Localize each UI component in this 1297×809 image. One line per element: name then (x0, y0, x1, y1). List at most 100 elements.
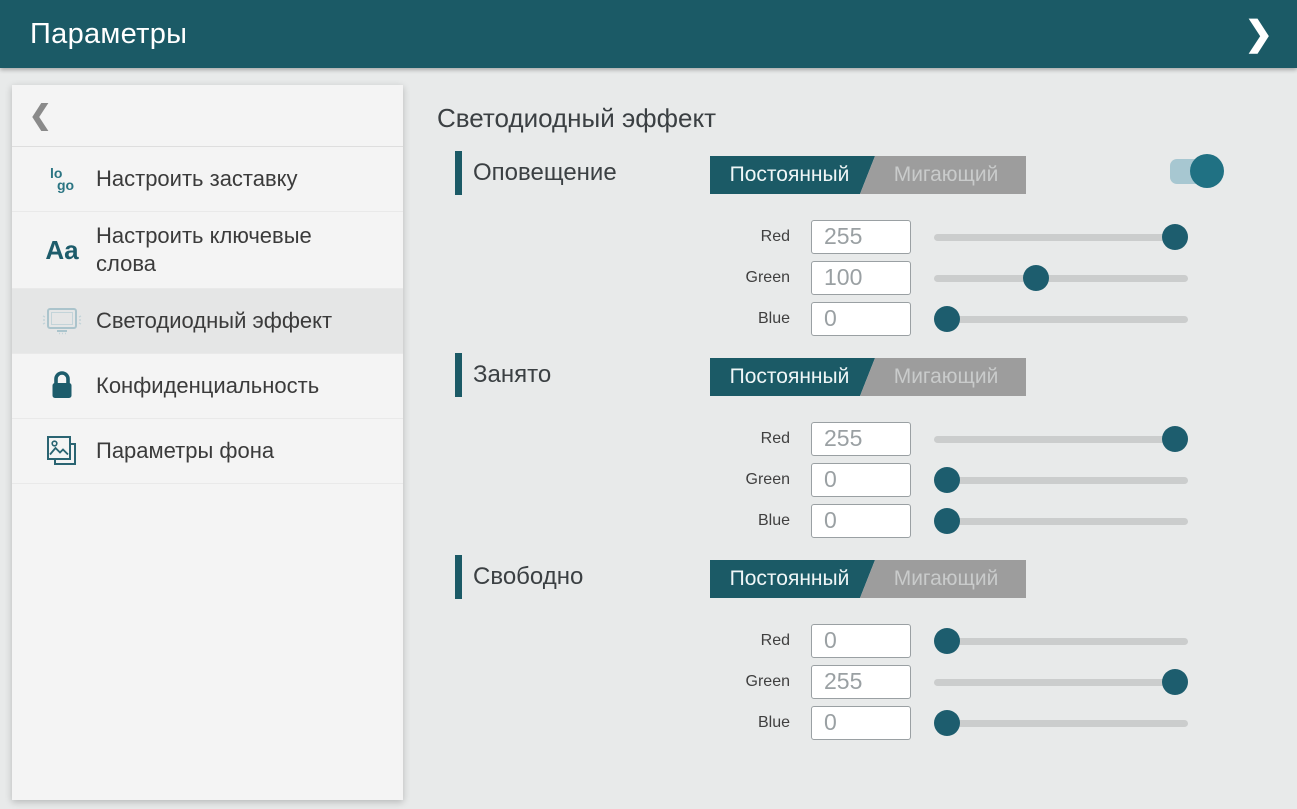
toggle-knob (1190, 154, 1224, 188)
sidebar-item-background[interactable]: Параметры фона (12, 419, 403, 484)
sidebar-item-led-effect[interactable]: Светодиодный эффект (12, 289, 403, 354)
led-effect-panel: Светодиодный эффект Оповещение Постоянны… (404, 68, 1297, 809)
slider-thumb[interactable] (934, 508, 960, 534)
settings-sidebar: ❮ logo Настроить заставку Aa Настроить к… (12, 85, 403, 800)
mode-segmented-control: Постоянный Мигающий (710, 560, 1026, 598)
sidebar-item-keywords[interactable]: Aa Настроить ключевые слова (12, 212, 403, 289)
red-slider[interactable] (934, 425, 1188, 453)
mode-solid-button[interactable]: Постоянный (710, 358, 875, 396)
green-value-input[interactable] (811, 463, 911, 497)
slider-track[interactable] (934, 316, 1188, 323)
sidebar-item-label: Параметры фона (96, 427, 274, 475)
rgb-row: Red (704, 418, 1297, 459)
rgb-row: Blue (704, 298, 1297, 339)
settings-window: Параметры ❯ ❮ logo Настроить заставку Aa… (0, 0, 1297, 809)
rgb-row: Green (704, 459, 1297, 500)
section-title: Занято (473, 353, 551, 397)
mode-solid-button[interactable]: Постоянный (710, 560, 875, 598)
app-header: Параметры ❯ (0, 0, 1297, 68)
channel-label: Blue (704, 512, 790, 530)
green-value-input[interactable] (811, 261, 911, 295)
channel-label: Blue (704, 310, 790, 328)
led-section: Занято Постоянный Мигающий Red Green (437, 353, 1297, 541)
collapse-panel-icon[interactable]: ❯ (1235, 0, 1284, 68)
mode-solid-label: Постоянный (730, 365, 850, 389)
slider-thumb[interactable] (1162, 426, 1188, 452)
slider-track[interactable] (934, 436, 1188, 443)
sidebar-back-button[interactable]: ❮ (12, 85, 403, 147)
keywords-aa-icon: Aa (45, 235, 78, 266)
green-slider[interactable] (934, 668, 1188, 696)
led-section: Свободно Постоянный Мигающий Red Green (437, 555, 1297, 743)
mode-segmented-control: Постоянный Мигающий (710, 156, 1026, 194)
slider-thumb[interactable] (934, 467, 960, 493)
slider-track[interactable] (934, 275, 1188, 282)
slider-track[interactable] (934, 679, 1188, 686)
logo-icon: logo (50, 167, 74, 191)
mode-blinking-button[interactable]: Мигающий (860, 358, 1026, 396)
section-title: Свободно (473, 555, 583, 599)
enable-toggle[interactable] (1170, 154, 1224, 188)
lock-icon (47, 369, 77, 403)
channel-label: Green (704, 269, 790, 287)
red-slider[interactable] (934, 223, 1188, 251)
mode-blinking-label: Мигающий (894, 163, 999, 187)
rgb-row: Red (704, 620, 1297, 661)
red-slider[interactable] (934, 627, 1188, 655)
blue-slider[interactable] (934, 709, 1188, 737)
channel-label: Red (704, 228, 790, 246)
slider-track[interactable] (934, 518, 1188, 525)
rgb-row: Red (704, 216, 1297, 257)
mode-solid-label: Постоянный (730, 567, 850, 591)
mode-segmented-control: Постоянный Мигающий (710, 358, 1026, 396)
rgb-row: Blue (704, 702, 1297, 743)
rgb-row: Green (704, 257, 1297, 298)
mode-blinking-label: Мигающий (894, 567, 999, 591)
led-section: Оповещение Постоянный Мигающий Red Green (437, 151, 1297, 339)
red-value-input[interactable] (811, 624, 911, 658)
panel-title: Светодиодный эффект (437, 103, 1297, 134)
slider-track[interactable] (934, 477, 1188, 484)
mode-blinking-button[interactable]: Мигающий (860, 156, 1026, 194)
slider-track[interactable] (934, 638, 1188, 645)
rgb-row: Blue (704, 500, 1297, 541)
slider-thumb[interactable] (1162, 669, 1188, 695)
sidebar-item-label: Настроить ключевые слова (96, 212, 375, 288)
section-accent-bar (455, 555, 462, 599)
slider-thumb[interactable] (934, 306, 960, 332)
slider-thumb[interactable] (1162, 224, 1188, 250)
sidebar-item-privacy[interactable]: Конфиденциальность (12, 354, 403, 419)
mode-blinking-label: Мигающий (894, 365, 999, 389)
blue-slider[interactable] (934, 507, 1188, 535)
mode-blinking-button[interactable]: Мигающий (860, 560, 1026, 598)
slider-thumb[interactable] (1023, 265, 1049, 291)
red-value-input[interactable] (811, 422, 911, 456)
channel-label: Red (704, 632, 790, 650)
green-value-input[interactable] (811, 665, 911, 699)
sidebar-item-screensaver[interactable]: logo Настроить заставку (12, 147, 403, 212)
mode-solid-button[interactable]: Постоянный (710, 156, 875, 194)
blue-slider[interactable] (934, 305, 1188, 333)
sidebar-item-label: Светодиодный эффект (96, 297, 332, 345)
sidebar-nav: logo Настроить заставку Aa Настроить клю… (12, 147, 403, 484)
green-slider[interactable] (934, 264, 1188, 292)
blue-value-input[interactable] (811, 302, 911, 336)
red-value-input[interactable] (811, 220, 911, 254)
led-sections: Оповещение Постоянный Мигающий Red Green (437, 151, 1297, 743)
mode-solid-label: Постоянный (730, 163, 850, 187)
led-monitor-icon (41, 306, 83, 336)
channel-label: Blue (704, 714, 790, 732)
slider-thumb[interactable] (934, 628, 960, 654)
slider-thumb[interactable] (934, 710, 960, 736)
chevron-left-icon: ❮ (29, 100, 52, 131)
channel-label: Green (704, 673, 790, 691)
green-slider[interactable] (934, 466, 1188, 494)
slider-track[interactable] (934, 234, 1188, 241)
section-accent-bar (455, 353, 462, 397)
page-title: Параметры (30, 18, 187, 51)
background-images-icon (44, 433, 80, 469)
channel-label: Red (704, 430, 790, 448)
slider-track[interactable] (934, 720, 1188, 727)
blue-value-input[interactable] (811, 706, 911, 740)
blue-value-input[interactable] (811, 504, 911, 538)
